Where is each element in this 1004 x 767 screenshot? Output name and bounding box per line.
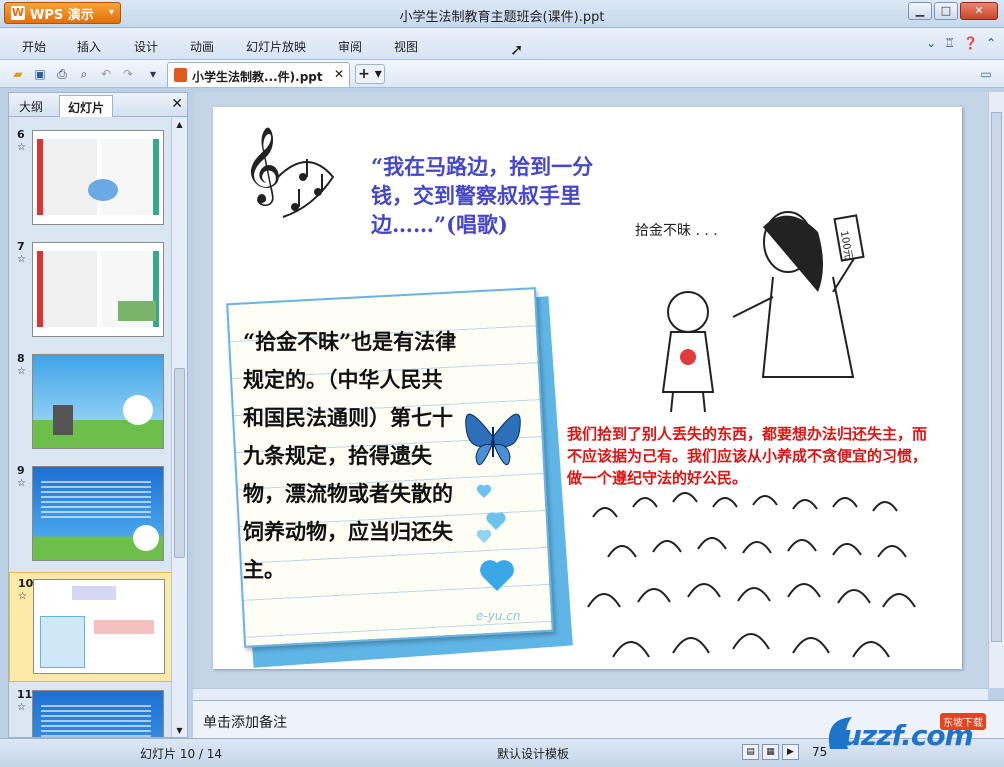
slide-thumbnail[interactable]: 9 ☆ (9, 460, 172, 570)
honesty-cartoon-illustration: 拾金不昧 . . . 100元 (635, 211, 865, 413)
site-watermark: uzzf.com 东坡下载 (822, 705, 998, 760)
scroll-down-icon[interactable]: ▼ (174, 726, 185, 735)
tab-outline[interactable]: 大纲 (11, 95, 51, 117)
customize-chevron-icon[interactable]: ▾ (145, 66, 161, 82)
close-tab-icon[interactable]: ✕ (334, 67, 344, 81)
editor-vertical-scrollbar[interactable] (988, 92, 1004, 688)
watermark-tag: 东坡下载 (940, 713, 986, 730)
animation-star-icon: ☆ (17, 702, 26, 713)
animation-star-icon: ☆ (17, 254, 26, 265)
new-tab-button[interactable]: + ▾ (355, 64, 385, 84)
mouse-cursor-icon: ➚ (510, 40, 524, 59)
print-icon[interactable]: ⎙ (54, 66, 70, 82)
save-icon[interactable]: ▣ (32, 66, 48, 82)
menu-insert[interactable]: 插入 (77, 38, 101, 55)
menu-review[interactable]: 审阅 (338, 38, 362, 55)
menu-home[interactable]: 开始 (22, 38, 46, 55)
quick-toolbar: ▰ ▣ ⎙ ⌕ ↶ ↷ ▾ 小学生法制教...件).ppt ✕ + ▾ ▭ (0, 60, 1004, 88)
animation-star-icon: ☆ (18, 591, 27, 602)
slides-panel: 大纲 幻灯片 ✕ 6 ☆ 7 ☆ 8 ☆ 9 ☆ 10 ☆ 11 ☆ ▲ ▼ (8, 92, 188, 738)
menu-design[interactable]: 设计 (134, 38, 158, 55)
notes-placeholder[interactable]: 单击添加备注 (203, 712, 287, 732)
print-preview-icon[interactable]: ⌕ (76, 66, 92, 82)
music-notes-icon (277, 159, 335, 218)
moral-text[interactable]: 我们拾到了别人丢失的东西，都要想办法归还失主，而不应该据为己有。我们应该从小养成… (567, 423, 937, 489)
slide-counter: 幻灯片 10 / 14 (140, 747, 223, 761)
help-icon[interactable]: ❓ (963, 36, 978, 50)
shirt-icon[interactable]: ♖ (944, 36, 955, 50)
law-card-text[interactable]: “拾金不昧”也是有法律规定的。（中华人民共和国民法通则）第七十九条规定，拾得遗失… (243, 323, 463, 589)
menu-slideshow[interactable]: 幻灯片放映 (246, 38, 306, 55)
collapse-ribbon-icon[interactable]: ⌃ (986, 36, 996, 50)
slide-thumbnail[interactable]: 6 ☆ (9, 124, 172, 234)
cartoon-caption: 拾金不昧 . . . (635, 223, 718, 239)
current-slide[interactable]: 𝄞 “我在马路边，拾到一分钱，交到警察叔叔手里边……”(唱歌) “拾金不昧”也是… (213, 107, 962, 669)
song-lyrics-text[interactable]: “我在马路边，拾到一分钱，交到警察叔叔手里边……”(唱歌) (371, 152, 611, 239)
slideshow-play-icon[interactable]: ▶ (782, 744, 799, 760)
animation-star-icon: ☆ (17, 142, 26, 153)
restore-layout-icon[interactable]: ▭ (978, 66, 994, 82)
scroll-up-icon[interactable]: ▲ (174, 120, 185, 129)
document-tab[interactable]: 小学生法制教...件).ppt ✕ (167, 62, 350, 87)
ppt-file-icon (174, 68, 187, 82)
close-window-button[interactable]: ✕ (960, 2, 998, 20)
editor-horizontal-scrollbar[interactable] (193, 688, 988, 700)
scroll-thumb[interactable] (991, 112, 1002, 642)
scroll-thumb[interactable] (174, 368, 185, 558)
panel-scrollbar[interactable]: ▲ ▼ (171, 118, 187, 737)
slide-thumbnail[interactable]: 7 ☆ (9, 236, 172, 346)
crowd-sketch-illustration (587, 492, 916, 658)
menu-bar: 开始 插入 设计 动画 幻灯片放映 审阅 视图 ⌄ ♖ ❓ ⌃ (0, 28, 1004, 60)
menu-view[interactable]: 视图 (394, 38, 418, 55)
tab-slides[interactable]: 幻灯片 (59, 95, 114, 117)
animation-star-icon: ☆ (17, 478, 26, 489)
window-title: 小学生法制教育主题班会(课件).ppt (399, 10, 605, 25)
slide-thumbnail[interactable]: 8 ☆ (9, 348, 172, 458)
title-bar: W WPS 演示 ▾ 小学生法制教育主题班会(课件).ppt ▁ □ ✕ (0, 0, 1004, 28)
close-panel-icon[interactable]: ✕ (171, 96, 183, 112)
butterfly-hearts-decoration (465, 413, 521, 591)
redo-icon[interactable]: ↷ (120, 66, 136, 82)
undo-icon[interactable]: ↶ (98, 66, 114, 82)
menu-animation[interactable]: 动画 (190, 38, 214, 55)
design-template-label: 默认设计模板 (497, 747, 570, 761)
card-watermark-text: e-yu.cn (476, 609, 521, 623)
slide-editor: 𝄞 “我在马路边，拾到一分钱，交到警察叔叔手里边……”(唱歌) “拾金不昧”也是… (193, 92, 988, 688)
minimize-button[interactable]: ▁ (908, 2, 932, 20)
document-tab-label: 小学生法制教...件).ppt (192, 70, 323, 84)
normal-view-icon[interactable]: ▤ (742, 744, 759, 760)
maximize-button[interactable]: □ (934, 2, 958, 20)
skin-icon[interactable]: ⌄ (926, 36, 936, 50)
open-folder-icon[interactable]: ▰ (10, 66, 26, 82)
animation-star-icon: ☆ (17, 366, 26, 377)
slide-sorter-icon[interactable]: ▦ (762, 744, 779, 760)
slide-thumbnail[interactable]: 11 ☆ (9, 684, 172, 737)
slide-thumbnail-selected[interactable]: 10 ☆ (9, 572, 172, 682)
